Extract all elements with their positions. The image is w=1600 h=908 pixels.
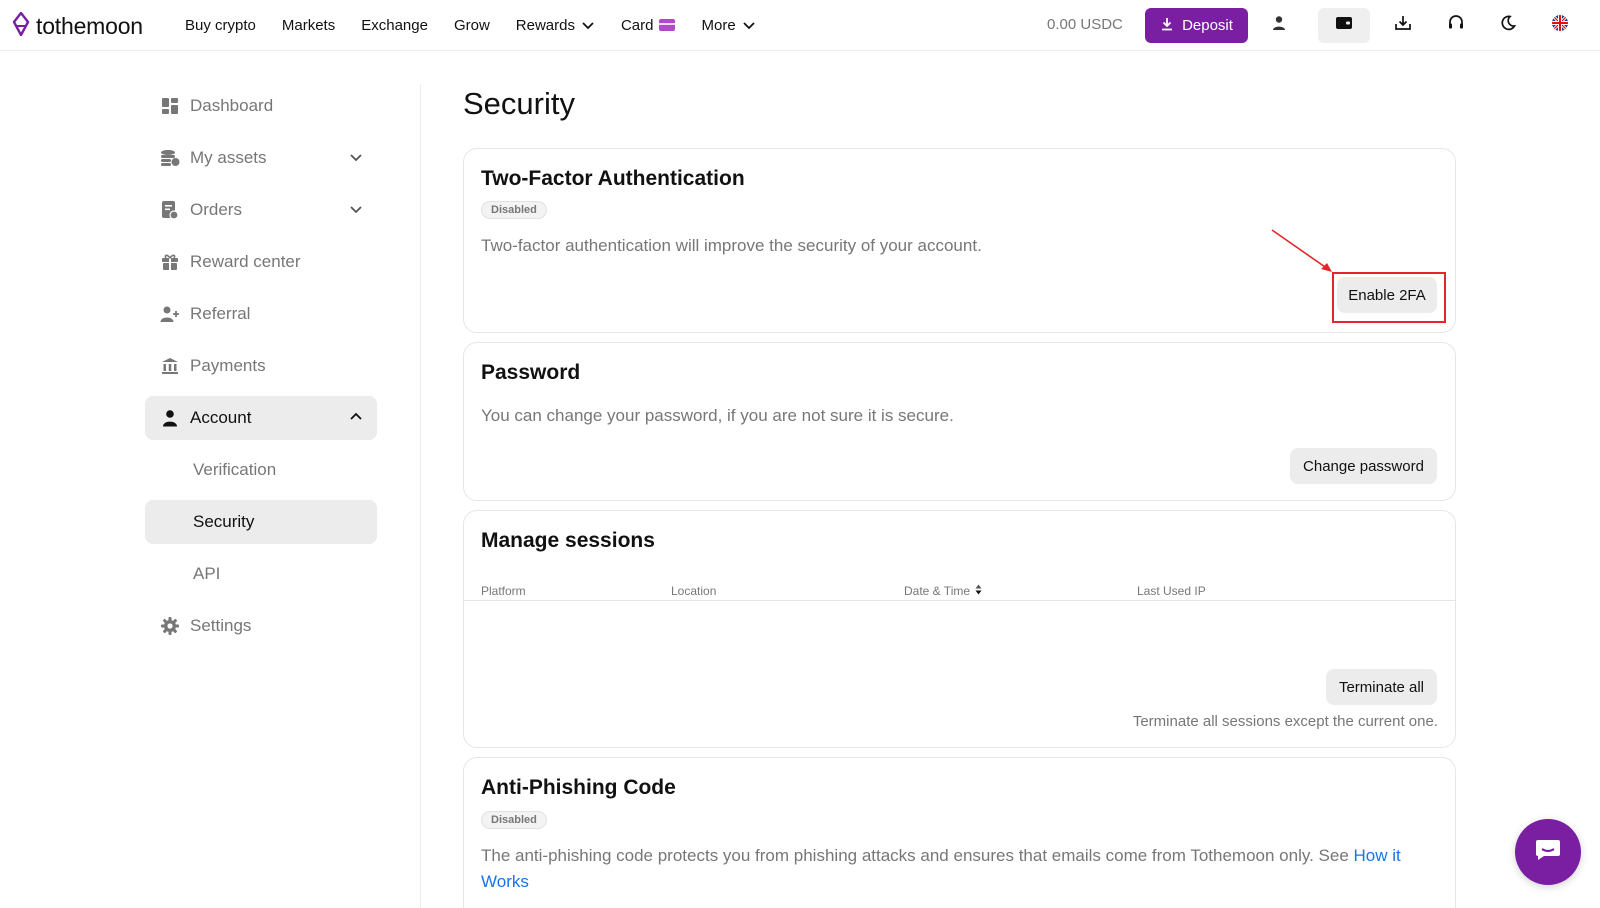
nav-label: More bbox=[701, 16, 736, 34]
sidebar-item-label: Orders bbox=[190, 200, 242, 219]
chat-bubble-icon bbox=[1535, 839, 1561, 866]
sidebar-item-account[interactable]: Account bbox=[145, 396, 377, 440]
sidebar-item-label: My assets bbox=[190, 148, 267, 167]
profile-button[interactable] bbox=[1261, 8, 1297, 43]
password-card: Password You can change your password, i… bbox=[463, 342, 1456, 501]
wallet-button[interactable] bbox=[1318, 8, 1370, 43]
password-description: You can change your password, if you are… bbox=[481, 406, 954, 425]
sidebar-divider bbox=[420, 84, 421, 908]
brand-logo[interactable]: tothemoon bbox=[12, 11, 143, 41]
brand-name: tothemoon bbox=[36, 13, 143, 39]
logo-icon bbox=[12, 11, 30, 41]
language-button[interactable] bbox=[1542, 8, 1578, 43]
sidebar-item-settings[interactable]: Settings bbox=[145, 604, 377, 648]
add-user-icon bbox=[159, 303, 181, 325]
sidebar-item-label: Payments bbox=[190, 356, 266, 375]
sessions-table-header: Platform Location Date & Time Last Used … bbox=[464, 584, 1455, 601]
main-nav: Buy crypto Markets Exchange Grow Rewards… bbox=[185, 0, 782, 50]
wallet-balance: 0.00 USDC bbox=[1047, 16, 1123, 33]
user-icon bbox=[159, 407, 181, 429]
two-factor-status-badge: Disabled bbox=[481, 201, 547, 219]
terminate-note: Terminate all sessions except the curren… bbox=[1132, 713, 1438, 730]
sidebar-subitem-security[interactable]: Security bbox=[145, 500, 377, 544]
nav-exchange[interactable]: Exchange bbox=[361, 17, 428, 34]
chevron-down-icon bbox=[581, 18, 595, 32]
column-header-last-used-ip: Last Used IP bbox=[1137, 584, 1206, 598]
chat-support-button[interactable] bbox=[1515, 819, 1581, 885]
nav-label: Exchange bbox=[361, 16, 428, 34]
theme-toggle-button[interactable] bbox=[1490, 8, 1526, 43]
download-icon bbox=[1160, 17, 1174, 35]
nav-rewards[interactable]: Rewards bbox=[516, 17, 595, 34]
sidebar-item-label: Referral bbox=[190, 304, 251, 323]
sidebar-item-label: Account bbox=[190, 408, 252, 427]
sidebar-item-label: Dashboard bbox=[190, 96, 274, 115]
column-header-label: Date & Time bbox=[904, 584, 971, 598]
coins-icon bbox=[159, 147, 181, 169]
nav-label: Rewards bbox=[515, 16, 575, 34]
headset-icon bbox=[1447, 14, 1465, 37]
card-icon bbox=[659, 19, 676, 31]
nav-label: Card bbox=[620, 16, 654, 34]
nav-label: Markets bbox=[281, 16, 336, 34]
two-factor-title: Two-Factor Authentication bbox=[481, 167, 745, 190]
bank-icon bbox=[159, 355, 181, 377]
sidebar-item-label: Reward center bbox=[190, 252, 301, 271]
sidebar-item-label: Settings bbox=[190, 616, 252, 635]
anti-phishing-status-badge: Disabled bbox=[481, 811, 547, 829]
uk-flag-icon bbox=[1551, 14, 1569, 37]
column-header-date-time[interactable]: Date & Time bbox=[904, 584, 982, 598]
moon-icon bbox=[1500, 15, 1517, 36]
anti-phishing-card: Anti-Phishing Code Disabled The anti-phi… bbox=[463, 757, 1456, 908]
terminate-all-button[interactable]: Terminate all bbox=[1326, 669, 1437, 705]
nav-grow[interactable]: Grow bbox=[454, 17, 490, 34]
sidebar-subitem-verification[interactable]: Verification bbox=[145, 448, 377, 492]
sidebar-item-referral[interactable]: Referral bbox=[145, 292, 377, 336]
top-navigation-bar: tothemoon Buy crypto Markets Exchange Gr… bbox=[0, 0, 1600, 51]
nav-buy-crypto[interactable]: Buy crypto bbox=[185, 17, 256, 34]
chevron-up-icon bbox=[349, 410, 363, 429]
annotation-arrow bbox=[1271, 229, 1332, 272]
anti-phishing-text: The anti-phishing code protects you from… bbox=[481, 846, 1354, 865]
sessions-card: Manage sessions Platform Location Date &… bbox=[463, 510, 1456, 748]
anti-phishing-description: The anti-phishing code protects you from… bbox=[481, 843, 1431, 895]
deposit-label: Deposit bbox=[1182, 17, 1233, 34]
sessions-title: Manage sessions bbox=[481, 529, 655, 552]
chevron-down-icon bbox=[349, 202, 363, 221]
chevron-down-icon bbox=[742, 18, 756, 32]
page-title: Security bbox=[463, 86, 575, 121]
support-button[interactable] bbox=[1438, 8, 1474, 43]
password-title: Password bbox=[481, 361, 581, 384]
wallet-icon bbox=[1335, 15, 1353, 36]
deposit-button[interactable]: Deposit bbox=[1145, 8, 1248, 43]
nav-card[interactable]: Card bbox=[621, 17, 676, 34]
user-icon bbox=[1271, 15, 1287, 36]
anti-phishing-title: Anti-Phishing Code bbox=[481, 776, 676, 799]
nav-markets[interactable]: Markets bbox=[282, 17, 335, 34]
sidebar: Dashboard My assets Orders Reward center… bbox=[145, 84, 377, 656]
sidebar-item-my-assets[interactable]: My assets bbox=[145, 136, 377, 180]
download-app-button[interactable] bbox=[1385, 8, 1421, 43]
sidebar-subitem-api[interactable]: API bbox=[145, 552, 377, 596]
nav-more[interactable]: More bbox=[701, 17, 755, 34]
annotation-highlight-box bbox=[1332, 272, 1446, 323]
nav-label: Buy crypto bbox=[185, 16, 256, 34]
download-tray-icon bbox=[1394, 14, 1412, 37]
change-password-button[interactable]: Change password bbox=[1290, 448, 1437, 484]
nav-label: Grow bbox=[453, 16, 490, 34]
gift-icon bbox=[159, 251, 181, 273]
orders-icon bbox=[159, 199, 181, 221]
sort-icon bbox=[975, 584, 982, 598]
sidebar-item-orders[interactable]: Orders bbox=[145, 188, 377, 232]
sidebar-item-reward-center[interactable]: Reward center bbox=[145, 240, 377, 284]
gear-icon bbox=[159, 615, 181, 637]
chevron-down-icon bbox=[349, 150, 363, 169]
sidebar-item-payments[interactable]: Payments bbox=[145, 344, 377, 388]
sidebar-item-dashboard[interactable]: Dashboard bbox=[145, 84, 377, 128]
two-factor-description: Two-factor authentication will improve t… bbox=[481, 236, 982, 255]
column-header-platform: Platform bbox=[481, 584, 526, 598]
dashboard-icon bbox=[159, 95, 181, 117]
column-header-location: Location bbox=[671, 584, 717, 598]
